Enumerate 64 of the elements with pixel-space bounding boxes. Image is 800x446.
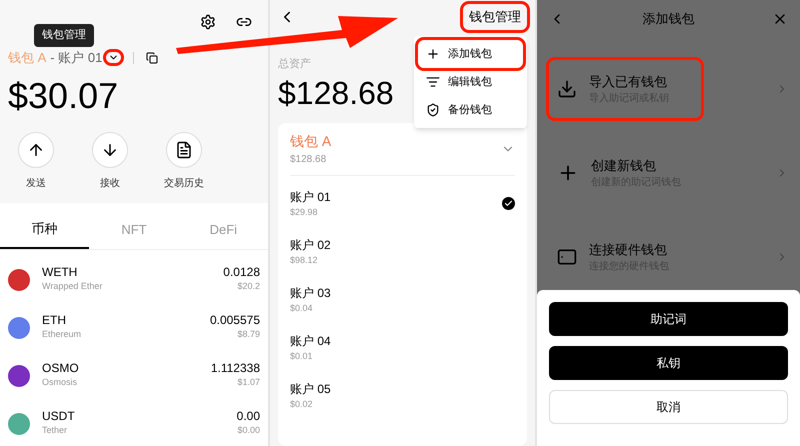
token-value: $0.00 bbox=[237, 424, 260, 438]
action-button[interactable] bbox=[18, 132, 54, 168]
document-icon bbox=[175, 140, 193, 158]
token-amount: 0.0128 bbox=[223, 265, 260, 280]
token-amount: 1.112338 bbox=[210, 361, 260, 376]
account-name: 账户 05 bbox=[290, 380, 331, 398]
token-amount: 0.00 bbox=[236, 409, 260, 424]
token-value: $8.79 bbox=[237, 328, 260, 342]
device-icon bbox=[557, 247, 577, 267]
account-value: $29.98 bbox=[290, 206, 319, 219]
tab[interactable]: 币种 bbox=[0, 210, 90, 248]
screen-title: 添加钱包 bbox=[642, 10, 694, 28]
token-name: Tether bbox=[42, 424, 68, 438]
tooltip: 钱包管理 bbox=[34, 24, 94, 46]
option-title: 创建新钱包 bbox=[591, 156, 657, 175]
token-name: Wrapped Ether bbox=[42, 280, 104, 294]
sheet-button[interactable]: 私钥 bbox=[549, 346, 788, 380]
token-value: $20.2 bbox=[237, 280, 260, 294]
plus-icon bbox=[426, 47, 440, 61]
action-label: 接收 bbox=[100, 176, 120, 190]
action-button[interactable] bbox=[92, 132, 128, 168]
wallet-manage-button[interactable]: 钱包管理 bbox=[463, 4, 527, 30]
account-value: $98.12 bbox=[290, 254, 319, 267]
account-row[interactable]: 账户 05 $0.02 bbox=[290, 368, 515, 416]
dropdown-caret[interactable] bbox=[106, 52, 122, 64]
token-symbol: WETH bbox=[42, 265, 78, 280]
settings-icon[interactable] bbox=[200, 14, 216, 30]
token-amount: 0.005575 bbox=[210, 313, 260, 328]
sheet-button[interactable]: 助记词 bbox=[549, 302, 788, 336]
option-title: 导入已有钱包 bbox=[589, 72, 668, 91]
total-assets-label: 总资产 bbox=[278, 56, 311, 72]
action-button[interactable] bbox=[166, 132, 202, 168]
account-name: 账户 03 bbox=[290, 284, 331, 302]
shield-check-icon bbox=[426, 103, 440, 117]
menu-item[interactable]: 备份钱包 bbox=[418, 96, 523, 124]
account-name: 账户 02 bbox=[290, 236, 331, 254]
account-row[interactable]: 账户 01 $29.98 bbox=[290, 176, 515, 224]
action-label: 交易历史 bbox=[164, 176, 204, 190]
download-icon bbox=[557, 79, 577, 99]
token-symbol: USDT bbox=[42, 409, 76, 424]
account-value: $0.04 bbox=[290, 302, 314, 315]
account-name: 账户 01 bbox=[290, 188, 331, 206]
action-label: 发送 bbox=[26, 176, 46, 190]
account-name: 账户 04 bbox=[290, 332, 331, 350]
sheet-button[interactable]: 取消 bbox=[549, 390, 788, 424]
copy-icon[interactable] bbox=[146, 52, 158, 64]
token-name: Osmosis bbox=[42, 376, 78, 390]
account-value: $0.02 bbox=[290, 398, 314, 411]
wallet-name: 钱包 A bbox=[290, 132, 332, 150]
total-assets: $128.68 bbox=[278, 74, 394, 112]
wallet-value: $128.68 bbox=[290, 152, 328, 166]
menu-item[interactable]: 编辑钱包 bbox=[418, 68, 523, 96]
token-value: $1.07 bbox=[237, 376, 260, 390]
token-symbol: OSMO bbox=[42, 361, 80, 376]
token-symbol: ETH bbox=[42, 313, 67, 328]
menu-item[interactable]: 添加钱包 bbox=[418, 40, 523, 68]
account-value: $0.01 bbox=[290, 350, 314, 363]
token-name: Ethereum bbox=[42, 328, 82, 342]
account-row[interactable]: 账户 04 $0.01 bbox=[290, 320, 515, 368]
option-title: 连接硬件钱包 bbox=[589, 240, 668, 259]
account-row[interactable]: 账户 03 $0.04 bbox=[290, 272, 515, 320]
account-name[interactable]: - 账户 01 bbox=[50, 48, 102, 68]
balance: $30.07 bbox=[8, 74, 120, 118]
account-row[interactable]: 账户 02 $98.12 bbox=[290, 224, 515, 272]
